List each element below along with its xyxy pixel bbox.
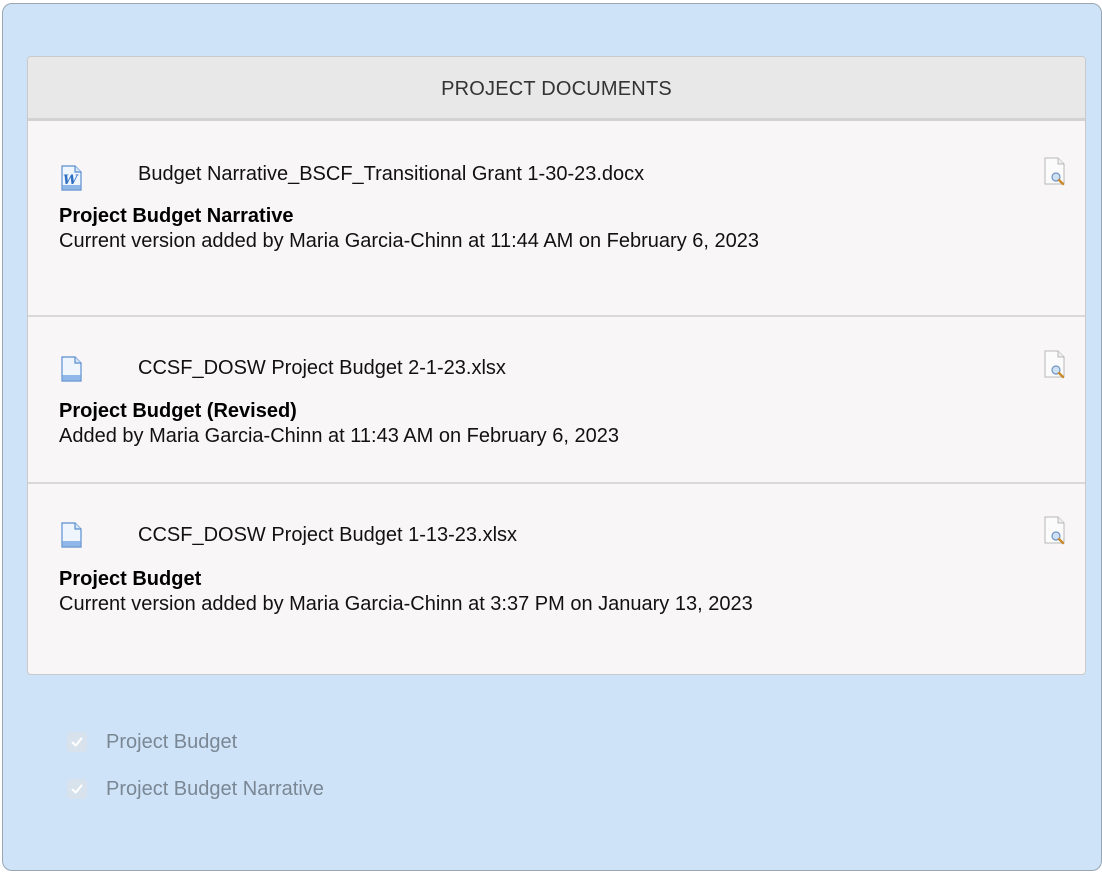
file-name-link[interactable]: CCSF_DOSW Project Budget 2-1-23.xlsx [138,357,506,380]
document-title: Project Budget Narrative [59,205,294,227]
check-icon [71,784,83,794]
document-title: Project Budget (Revised) [59,400,297,422]
documents-container: PROJECT DOCUMENTS W Budget Narrative_BSC… [2,3,1102,871]
document-row: W Budget Narrative_BSCF_Transitional Gra… [28,121,1085,317]
document-title: Project Budget [59,568,202,590]
preview-icon[interactable] [1043,349,1067,379]
word-document-icon: W [58,165,84,191]
document-icon [58,356,84,382]
checklist-item: Project Budget [67,730,324,754]
file-name-link[interactable]: CCSF_DOSW Project Budget 1-13-23.xlsx [138,524,517,547]
preview-icon[interactable] [1043,156,1067,186]
document-meta: Added by Maria Garcia-Chinn at 11:43 AM … [59,425,619,447]
document-checklist: Project Budget Project Budget Narrative [67,730,324,824]
preview-icon[interactable] [1043,515,1067,545]
document-meta: Current version added by Maria Garcia-Ch… [59,593,753,615]
document-icon [58,522,84,548]
project-documents-panel: PROJECT DOCUMENTS W Budget Narrative_BSC… [27,56,1086,675]
document-row: CCSF_DOSW Project Budget 1-13-23.xlsx Pr… [28,484,1085,673]
panel-header: PROJECT DOCUMENTS [28,57,1085,121]
panel-title: PROJECT DOCUMENTS [441,78,672,100]
checkbox[interactable] [67,779,87,799]
document-meta: Current version added by Maria Garcia-Ch… [59,230,759,252]
checkbox-label: Project Budget [106,730,238,753]
document-row: CCSF_DOSW Project Budget 2-1-23.xlsx Pro… [28,317,1085,484]
checkbox-label: Project Budget Narrative [106,777,324,800]
checklist-item: Project Budget Narrative [67,777,324,801]
check-icon [71,737,83,747]
svg-text:W: W [63,173,79,188]
checkbox[interactable] [67,732,87,752]
file-name-link[interactable]: Budget Narrative_BSCF_Transitional Grant… [138,163,644,186]
